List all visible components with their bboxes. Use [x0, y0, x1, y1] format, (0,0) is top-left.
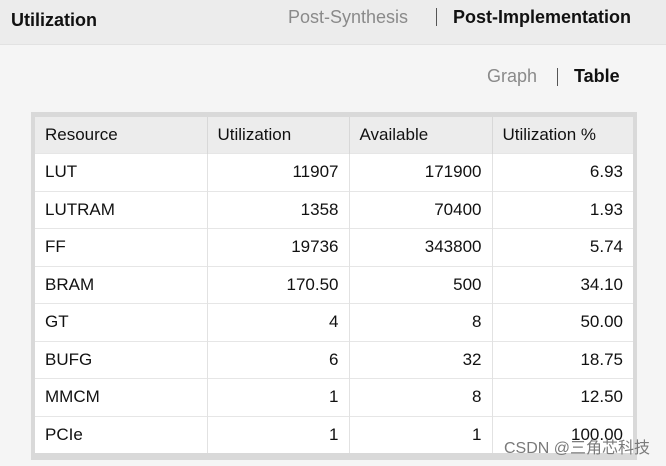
- cell-available: 1: [349, 415, 493, 453]
- cell-available: 8: [349, 378, 493, 416]
- cell-resource: LUTRAM: [35, 190, 208, 229]
- utilization-table-container: Resource Utilization Available Utilizati…: [31, 112, 637, 460]
- tab-separator: [436, 8, 437, 26]
- cell-utilization: 19736: [207, 228, 350, 266]
- cell-available: 8: [349, 303, 493, 341]
- panel-title: Utilization: [11, 10, 97, 30]
- cell-utilization: 170.50: [207, 265, 350, 304]
- table-row[interactable]: LUTRAM 1358 70400 1.93: [35, 190, 633, 229]
- cell-available: 70400: [349, 190, 493, 229]
- cell-resource: LUT: [35, 153, 208, 191]
- utilization-table: Resource Utilization Available Utilizati…: [35, 117, 633, 453]
- cell-available: 343800: [349, 228, 493, 266]
- table-row[interactable]: MMCM 1 8 12.50: [35, 378, 633, 416]
- view-tab-table[interactable]: Table: [574, 66, 620, 87]
- column-header-resource[interactable]: Resource: [35, 117, 208, 154]
- watermark: CSDN @三角芯科技: [503, 440, 650, 457]
- cell-utilization-percent: 1.93: [492, 190, 633, 229]
- panel-header: Utilization Post-Synthesis Post-Implemen…: [0, 0, 666, 45]
- cell-available: 171900: [349, 153, 493, 191]
- cell-resource: FF: [35, 228, 208, 266]
- column-header-available[interactable]: Available: [349, 117, 493, 154]
- view-tab-separator: [557, 68, 558, 86]
- cell-utilization: 1: [207, 415, 350, 453]
- cell-available: 32: [349, 340, 493, 379]
- table-row[interactable]: BRAM 170.50 500 34.10: [35, 265, 633, 304]
- tab-post-synthesis[interactable]: Post-Synthesis: [288, 7, 408, 28]
- cell-resource: BRAM: [35, 265, 208, 304]
- cell-utilization-percent: 6.93: [492, 153, 633, 191]
- cell-utilization: 1358: [207, 190, 350, 229]
- table-row[interactable]: LUT 11907 171900 6.93: [35, 153, 633, 191]
- tab-post-implementation[interactable]: Post-Implementation: [453, 7, 631, 28]
- table-header-row: Resource Utilization Available Utilizati…: [35, 117, 633, 154]
- cell-available: 500: [349, 265, 493, 304]
- cell-utilization-percent: 34.10: [492, 265, 633, 304]
- column-header-utilization-percent[interactable]: Utilization %: [492, 117, 633, 154]
- cell-utilization: 6: [207, 340, 350, 379]
- table-row[interactable]: GT 4 8 50.00: [35, 303, 633, 341]
- cell-resource: MMCM: [35, 378, 208, 416]
- cell-resource: PCIe: [35, 415, 208, 453]
- cell-utilization: 4: [207, 303, 350, 341]
- cell-utilization-percent: 18.75: [492, 340, 633, 379]
- cell-utilization: 1: [207, 378, 350, 416]
- cell-utilization-percent: 5.74: [492, 228, 633, 266]
- cell-utilization-percent: 50.00: [492, 303, 633, 341]
- table-row[interactable]: BUFG 6 32 18.75: [35, 340, 633, 379]
- cell-resource: GT: [35, 303, 208, 341]
- cell-resource: BUFG: [35, 340, 208, 379]
- table-row[interactable]: FF 19736 343800 5.74: [35, 228, 633, 266]
- cell-utilization-percent: 12.50: [492, 378, 633, 416]
- cell-utilization: 11907: [207, 153, 350, 191]
- view-tab-graph[interactable]: Graph: [487, 66, 537, 87]
- column-header-utilization[interactable]: Utilization: [207, 117, 350, 154]
